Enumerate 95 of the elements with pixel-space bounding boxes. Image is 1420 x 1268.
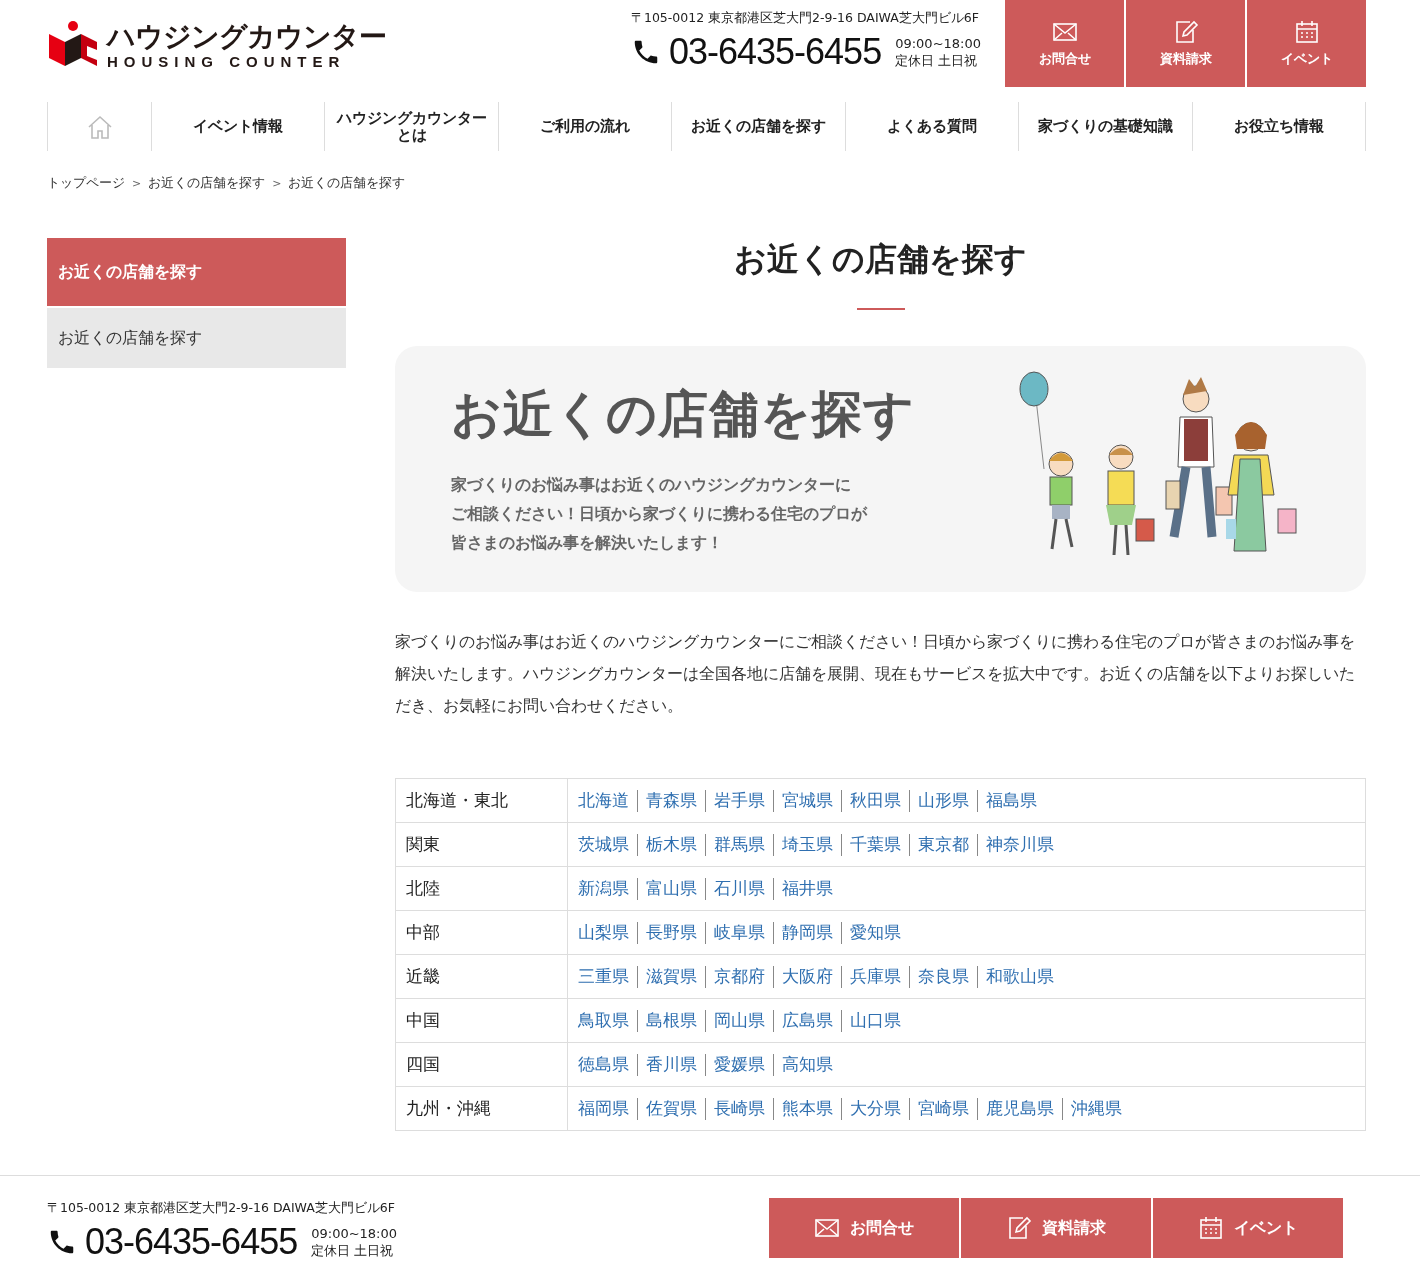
phone-number: 03-6435-6455: [85, 1221, 298, 1263]
prefecture-link[interactable]: 山形県: [909, 789, 977, 812]
business-hours: 09:00~18:00: [895, 35, 981, 52]
header-action-button[interactable]: お問合せ: [1005, 0, 1124, 87]
prefecture-link[interactable]: 香川県: [637, 1053, 705, 1076]
region-name-cell: 北陸: [395, 866, 568, 911]
mail-icon: [814, 1216, 840, 1240]
region-name-cell: 近畿: [395, 954, 568, 999]
prefecture-link[interactable]: 岐阜県: [705, 921, 773, 944]
prefecture-link[interactable]: 東京都: [909, 833, 977, 856]
prefecture-link[interactable]: 鹿児島県: [977, 1097, 1062, 1120]
footer-action-button[interactable]: イベント: [1153, 1198, 1343, 1258]
prefecture-link[interactable]: 埼玉県: [773, 833, 841, 856]
nav-item[interactable]: ハウジングカウンターとは: [325, 102, 499, 151]
prefecture-link[interactable]: 岡山県: [705, 1009, 773, 1032]
prefecture-link[interactable]: 栃木県: [637, 833, 705, 856]
closed-days: 定休日 土日祝: [311, 1242, 398, 1259]
prefecture-link[interactable]: 山梨県: [578, 921, 637, 944]
banner-text: 家づくりのお悩み事はお近くのハウジングカウンターに: [451, 474, 852, 496]
nav-item[interactable]: 家づくりの基礎知識: [1019, 102, 1193, 151]
business-hours: 09:00~18:00: [311, 1225, 398, 1242]
calendar-icon: [1198, 1216, 1224, 1240]
prefecture-link[interactable]: 滋賀県: [637, 965, 705, 988]
prefecture-link[interactable]: 熊本県: [773, 1097, 841, 1120]
calendar-icon: [1293, 19, 1320, 44]
prefecture-link[interactable]: 山口県: [841, 1009, 909, 1032]
nav-item[interactable]: よくある質問: [845, 102, 1020, 151]
prefecture-link[interactable]: 三重県: [578, 965, 637, 988]
prefecture-link[interactable]: 宮崎県: [909, 1097, 977, 1120]
prefecture-link[interactable]: 秋田県: [841, 789, 909, 812]
phone-number: 03-6435-6455: [668, 31, 882, 73]
prefecture-link[interactable]: 石川県: [705, 877, 773, 900]
prefecture-link[interactable]: 福岡県: [578, 1097, 637, 1120]
prefecture-link[interactable]: 奈良県: [909, 965, 977, 988]
pencil-document-icon: [1006, 1216, 1032, 1240]
prefecture-link[interactable]: 福井県: [773, 877, 841, 900]
prefecture-link[interactable]: 佐賀県: [637, 1097, 705, 1120]
prefecture-link[interactable]: 群馬県: [705, 833, 773, 856]
region-name-cell: 中部: [395, 910, 568, 955]
region-name-cell: 北海道・東北: [395, 778, 568, 823]
prefecture-link[interactable]: 千葉県: [841, 833, 909, 856]
prefecture-link[interactable]: 広島県: [773, 1009, 841, 1032]
prefecture-link[interactable]: 和歌山県: [977, 965, 1062, 988]
prefecture-link[interactable]: 愛知県: [841, 921, 909, 944]
prefecture-link[interactable]: 神奈川県: [977, 833, 1062, 856]
footer-address: 〒105-0012 東京都港区芝大門2-9-16 DAIWA芝大門ビル6F: [47, 1200, 396, 1217]
header-action-button[interactable]: 資料請求: [1126, 0, 1245, 87]
banner-title: お近くの店舗を探す: [451, 384, 915, 445]
prefecture-link[interactable]: 島根県: [637, 1009, 705, 1032]
intro-paragraph: 家づくりのお悩み事はお近くのハウジングカウンターにご相談ください！日頃から家づくりに携わる住宅のプロが皆さまのお悩み事を解決いたします。ハウジングカウンターは全国各地に店舗を展開、現在もサービスを拡大中です。お近くの店舗を以下よりお探しいただき、お気軽にお問い合わせください。: [395, 631, 1356, 717]
banner-text: ご相談ください！日頃から家づくりに携わる住宅のプロが: [451, 503, 869, 525]
region-name-cell: 九州・沖縄: [395, 1086, 568, 1131]
footer-action-button[interactable]: 資料請求: [961, 1198, 1151, 1258]
prefecture-link[interactable]: 青森県: [637, 789, 705, 812]
region-name-cell: 関東: [395, 822, 568, 867]
prefecture-link[interactable]: 愛媛県: [705, 1053, 773, 1076]
prefecture-link[interactable]: 高知県: [773, 1053, 841, 1076]
prefecture-link[interactable]: 長崎県: [705, 1097, 773, 1120]
banner-text: 皆さまのお悩み事を解決いたします！: [451, 532, 724, 554]
region-name-cell: 中国: [395, 998, 568, 1043]
nav-item[interactable]: イベント情報: [152, 102, 326, 151]
prefecture-link[interactable]: 沖縄県: [1062, 1097, 1130, 1120]
prefecture-link[interactable]: 徳島県: [578, 1053, 637, 1076]
sidebar-heading: お近くの店舗を探す: [47, 238, 346, 306]
prefecture-link[interactable]: 宮城県: [773, 789, 841, 812]
prefecture-link[interactable]: 京都府: [705, 965, 773, 988]
prefecture-link[interactable]: 兵庫県: [841, 965, 909, 988]
footer-action-button[interactable]: お問合せ: [769, 1198, 959, 1258]
prefecture-link[interactable]: 大阪府: [773, 965, 841, 988]
page-title: お近くの店舗を探す: [734, 239, 1027, 280]
sidebar-item[interactable]: お近くの店舗を探す: [47, 308, 346, 368]
prefecture-link[interactable]: 静岡県: [773, 921, 841, 944]
prefecture-link[interactable]: 福島県: [977, 789, 1045, 812]
prefecture-link[interactable]: 富山県: [637, 877, 705, 900]
closed-days: 定休日 土日祝: [895, 52, 981, 69]
breadcrumb-separator: >: [271, 177, 283, 190]
prefecture-link[interactable]: 北海道: [578, 789, 637, 812]
prefecture-link[interactable]: 岩手県: [705, 789, 773, 812]
logo-subtitle: HOUSING COUNTER: [107, 52, 347, 70]
header-action-button[interactable]: イベント: [1247, 0, 1366, 87]
address: 〒105-0012 東京都港区芝大門2-9-16 DAIWA芝大門ビル6F: [630, 10, 980, 27]
region-name-cell: 四国: [395, 1042, 568, 1087]
nav-item[interactable]: お役立ち情報: [1192, 102, 1366, 151]
logo-name: ハウジングカウンター: [107, 20, 386, 53]
prefecture-link[interactable]: 大分県: [841, 1097, 909, 1120]
prefecture-link[interactable]: 鳥取県: [578, 1009, 637, 1032]
nav-item[interactable]: お近くの店舗を探す: [672, 102, 846, 151]
breadcrumb-link[interactable]: お近くの店舗を探す: [288, 175, 406, 192]
breadcrumb-link[interactable]: お近くの店舗を探す: [148, 175, 266, 192]
prefecture-link[interactable]: 茨城県: [578, 833, 637, 856]
nav-item[interactable]: ご利用の流れ: [498, 102, 673, 151]
breadcrumb-link[interactable]: トップページ: [47, 175, 125, 192]
breadcrumb-separator: >: [131, 177, 143, 190]
prefecture-link[interactable]: 新潟県: [578, 877, 637, 900]
prefecture-link[interactable]: 長野県: [637, 921, 705, 944]
